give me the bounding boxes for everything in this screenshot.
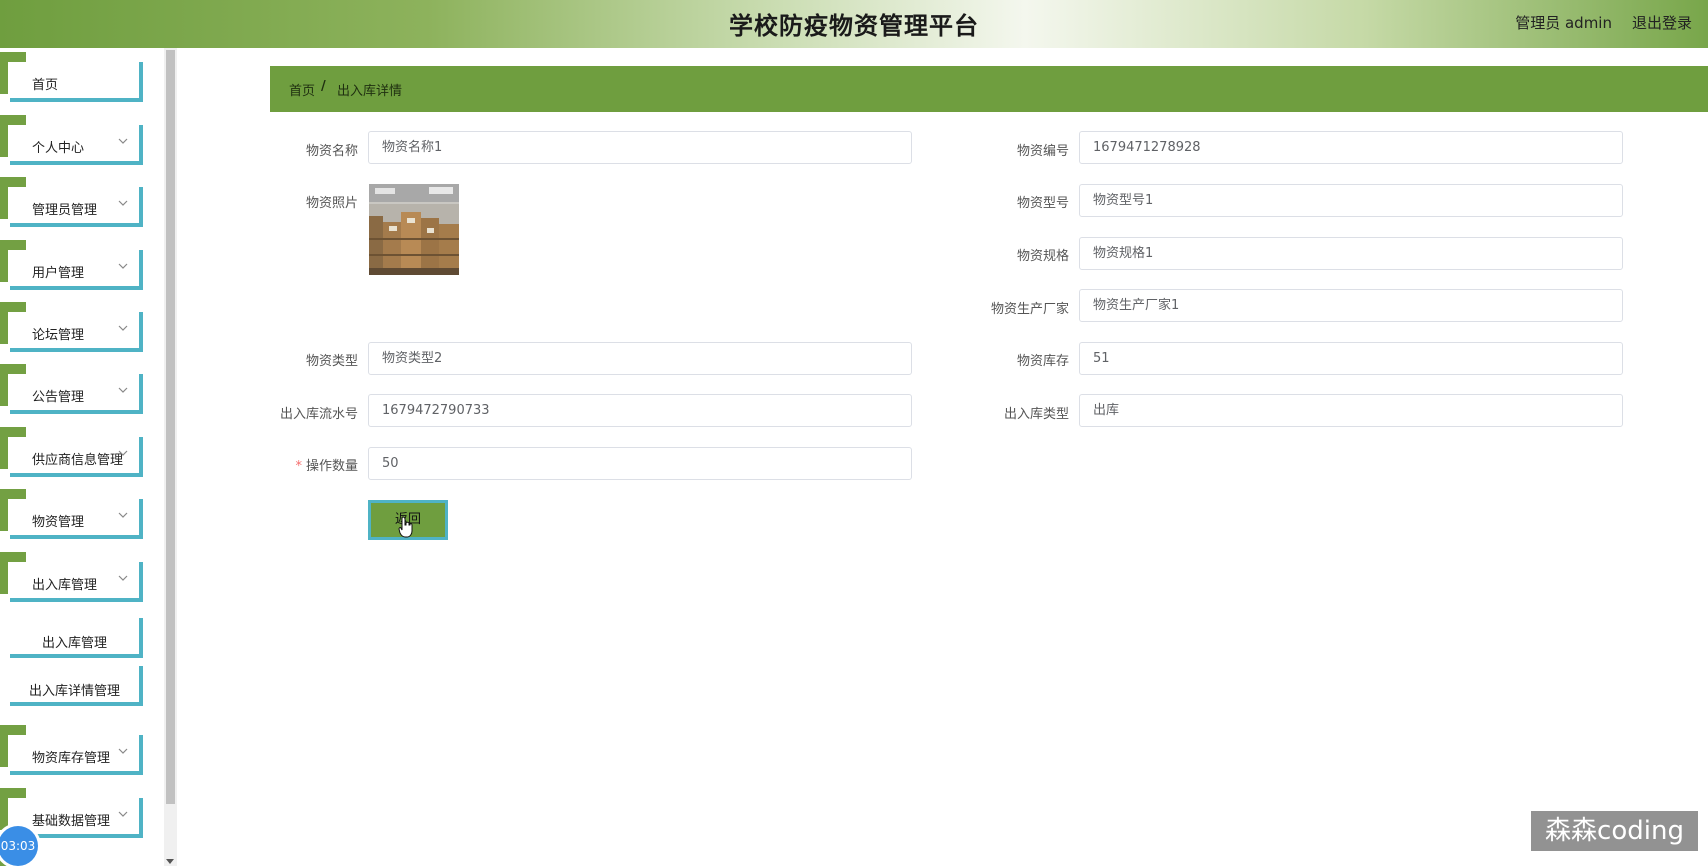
material-photo (369, 184, 459, 275)
watermark: 森森coding (1531, 811, 1698, 851)
label-material-spec: 物资规格 (1016, 249, 1069, 264)
sidebar-item-label: 公告管理 (32, 390, 85, 405)
material-name-field[interactable]: 物资名称1 (368, 131, 912, 164)
label-material-photo: 物资照片 (305, 196, 358, 211)
sidebar-item-label: 个人中心 (32, 141, 85, 156)
chevron-down-icon (117, 384, 129, 396)
scroll-down-arrow-icon[interactable] (166, 859, 174, 864)
label-stock: 物资库存 (1016, 354, 1069, 369)
sidebar-item[interactable]: 公告管理 (10, 374, 143, 414)
serial-number-field[interactable]: 1679472790733 (368, 394, 912, 427)
logout-link[interactable]: 退出登录 (1632, 12, 1692, 33)
chevron-down-icon (117, 197, 129, 209)
sidebar-item[interactable]: 物资管理 (10, 499, 143, 539)
sidebar-item-label: 物资库存管理 (32, 751, 111, 766)
chevron-down-icon (117, 135, 129, 147)
current-user-label: 管理员 admin (1515, 14, 1612, 32)
breadcrumb-separator: / (321, 79, 326, 94)
operation-quantity-label-text: 操作数量 (305, 459, 358, 474)
sidebar-subitem[interactable]: 出入库管理 (10, 618, 143, 658)
sidebar-item-label: 供应商信息管理 (32, 453, 124, 468)
label-material-type: 物资类型 (305, 354, 358, 369)
sidebar-item[interactable]: 用户管理 (10, 250, 143, 290)
chevron-down-icon (117, 322, 129, 334)
material-model-field[interactable]: 物资型号1 (1079, 184, 1623, 217)
label-material-model: 物资型号 (1016, 196, 1069, 211)
chevron-down-icon (117, 447, 129, 459)
chevron-down-icon (117, 572, 129, 584)
label-material-code: 物资编号 (1016, 144, 1069, 159)
sidebar-item-label: 管理员管理 (32, 203, 98, 218)
operation-quantity-field[interactable]: 50 (368, 447, 912, 480)
sidebar-subitem-label: 出入库详情管理 (28, 684, 120, 699)
material-spec-field[interactable]: 物资规格1 (1079, 237, 1623, 270)
sidebar: 首页个人中心管理员管理用户管理论坛管理公告管理供应商信息管理 物资管理出入库管理物… (0, 48, 166, 866)
chevron-down-icon (117, 260, 129, 272)
sidebar-item-label: 出入库管理 (32, 578, 98, 593)
sidebar-item-label: 论坛管理 (32, 328, 85, 343)
manufacturer-field[interactable]: 物资生产厂家1 (1079, 289, 1623, 322)
sidebar-item[interactable]: 物资库存管理 (10, 735, 143, 775)
sidebar-item[interactable]: 管理员管理 (10, 187, 143, 227)
required-asterisk: * (295, 459, 302, 474)
sidebar-item[interactable]: 首页 (10, 62, 143, 102)
chevron-down-icon (117, 745, 129, 757)
stock-field[interactable]: 51 (1079, 342, 1623, 375)
sidebar-item-label: 基础数据管理 (32, 814, 111, 829)
sidebar-item-label: 用户管理 (32, 266, 85, 281)
chevron-down-icon (117, 509, 129, 521)
breadcrumb-home-link[interactable]: 首页 (289, 80, 315, 99)
site-title: 学校防疫物资管理平台 (729, 12, 979, 40)
material-code-field[interactable]: 1679471278928 (1079, 131, 1623, 164)
sidebar-subitem-label: 出入库管理 (41, 636, 107, 651)
label-inout-type: 出入库类型 (1003, 407, 1069, 422)
label-operation-quantity: * 操作数量 (250, 455, 358, 474)
label-manufacturer: 物资生产厂家 (990, 302, 1069, 317)
sidebar-item[interactable]: 个人中心 (10, 125, 143, 165)
inout-type-field[interactable]: 出库 (1079, 394, 1623, 427)
breadcrumb: 首页 / 出入库详情 (270, 66, 1708, 112)
sidebar-item[interactable]: 论坛管理 (10, 312, 143, 352)
top-header: 学校防疫物资管理平台 管理员 admin 退出登录 (0, 0, 1708, 48)
sidebar-scrollbar[interactable] (164, 48, 177, 866)
hand-pointer-cursor-icon (398, 516, 413, 538)
sidebar-subitem[interactable]: 出入库详情管理 (10, 666, 143, 706)
sidebar-item[interactable]: 供应商信息管理 (10, 437, 143, 477)
breadcrumb-current: 出入库详情 (337, 84, 403, 99)
label-serial-number: 出入库流水号 (279, 407, 358, 422)
chevron-down-icon (117, 808, 129, 820)
sidebar-item-label: 物资管理 (32, 515, 85, 530)
label-material-name: 物资名称 (305, 144, 358, 159)
scrollbar-thumb[interactable] (166, 50, 175, 804)
material-type-field[interactable]: 物资类型2 (368, 342, 912, 375)
sidebar-item[interactable]: 出入库管理 (10, 562, 143, 602)
sidebar-item-label: 首页 (32, 78, 59, 93)
warehouse-boxes-image (369, 184, 459, 275)
